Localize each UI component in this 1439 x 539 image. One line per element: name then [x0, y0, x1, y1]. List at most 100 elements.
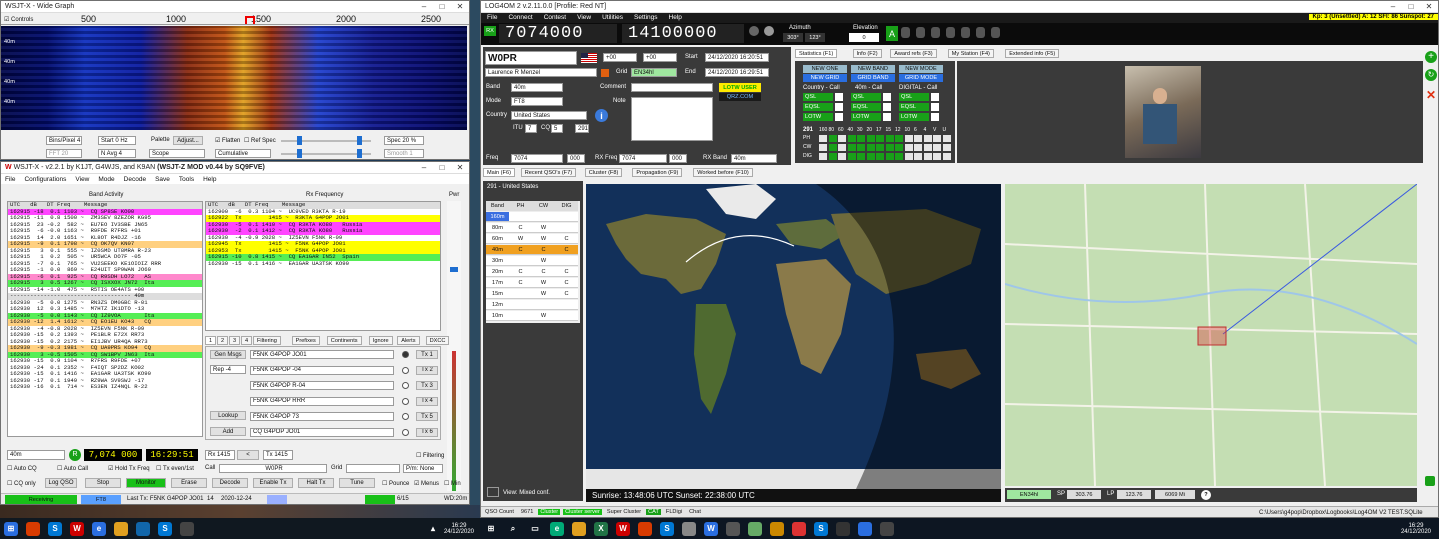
- keyboard-icon[interactable]: [946, 27, 955, 38]
- cq-input[interactable]: 5: [551, 124, 563, 133]
- tx-message-input[interactable]: F5NK G4POP RRR: [250, 396, 394, 406]
- help-icon[interactable]: ?: [1201, 490, 1211, 500]
- maximize-icon[interactable]: □: [433, 1, 451, 13]
- tx-message-input[interactable]: F5NK G4POP JO01: [250, 350, 394, 359]
- statistics-tab[interactable]: Statistics (F1): [795, 49, 838, 58]
- spec-field[interactable]: Spec 20 %: [384, 136, 424, 145]
- tx-button[interactable]: Tx 4: [416, 396, 438, 406]
- freq-khz[interactable]: 000: [567, 154, 585, 163]
- rep-select[interactable]: Rep -4: [210, 365, 246, 374]
- slider-thumb[interactable]: [357, 149, 362, 158]
- add-button[interactable]: Add: [210, 427, 246, 436]
- rx-freq-field[interactable]: Rx 1415: [205, 450, 235, 460]
- rotator-icon[interactable]: A: [886, 26, 898, 41]
- app-icon[interactable]: [858, 521, 872, 536]
- menu-help[interactable]: Help: [203, 176, 216, 183]
- rx-freq-input[interactable]: 7074: [619, 154, 667, 163]
- rx-frequency-display[interactable]: 14100000: [622, 24, 744, 43]
- rx-band-select[interactable]: 40m: [731, 154, 777, 163]
- antenna-icon[interactable]: [764, 26, 774, 36]
- controls-checkbox[interactable]: ☑ Controls: [4, 16, 33, 23]
- wsjtx-tab[interactable]: 1: [205, 336, 217, 345]
- app-icon[interactable]: [770, 521, 784, 536]
- local-map[interactable]: [1005, 184, 1417, 486]
- minimize-icon[interactable]: –: [415, 1, 433, 13]
- cloud-icon[interactable]: [976, 27, 985, 38]
- lower-tab[interactable]: Cluster (F8): [584, 168, 623, 177]
- band-activity-row[interactable]: 162930 -16 0.1 714 ~ ES3EN IZ4NQL R-22: [8, 384, 202, 391]
- tx-button[interactable]: Tx 1: [416, 350, 438, 359]
- slider-thumb[interactable]: [297, 149, 302, 158]
- app-icon[interactable]: [26, 521, 40, 536]
- dx-call-input[interactable]: W0PR: [219, 464, 327, 473]
- note-textarea[interactable]: [631, 97, 713, 141]
- rx-freq-khz[interactable]: 000: [669, 154, 687, 163]
- tx-button[interactable]: Tx 3: [416, 381, 438, 390]
- end-time[interactable]: 24/12/2020 16:29:51: [705, 68, 769, 77]
- minimize-icon[interactable]: –: [1384, 1, 1402, 13]
- log-menu-item[interactable]: Contest: [544, 14, 566, 21]
- app-icon[interactable]: [880, 521, 894, 536]
- tx-message-input[interactable]: F5NK G4POP R-04: [250, 381, 394, 390]
- enable-tx-button[interactable]: Enable Tx: [253, 478, 293, 488]
- ref-spec-checkbox[interactable]: ☐ Ref Spec: [244, 137, 276, 144]
- tx-message-input[interactable]: CQ G4POP JO01: [250, 427, 394, 437]
- clock-right[interactable]: 16:29 24/12/2020: [1401, 523, 1431, 535]
- tx-radio[interactable]: [402, 382, 409, 389]
- erase-button[interactable]: Erase: [171, 478, 207, 488]
- rx-frequency-list[interactable]: UTC dB DT Freq Message 162900 -6 0.3 110…: [205, 201, 441, 331]
- power-slider-track[interactable]: [447, 201, 461, 491]
- rst-sent[interactable]: +00: [603, 53, 637, 62]
- app-icon[interactable]: [836, 521, 850, 536]
- windows-start-icon[interactable]: ⊞: [4, 521, 18, 536]
- waterfall[interactable]: 40m 40m 40m 40m: [1, 26, 467, 130]
- slider-thumb[interactable]: [357, 136, 362, 145]
- tx-frequency-display[interactable]: 7074000: [499, 24, 617, 43]
- app-icon[interactable]: [180, 521, 194, 536]
- wide-graph-titlebar[interactable]: WSJT-X - Wide Graph – □ ✕: [1, 1, 469, 13]
- power-slider-thumb[interactable]: [450, 267, 458, 272]
- tx-even-checkbox[interactable]: ☐ Tx even/1st: [156, 465, 194, 472]
- cq-only-checkbox[interactable]: ☐ CQ only: [7, 480, 36, 487]
- tx-button[interactable]: Tx 2: [416, 365, 438, 375]
- gain-slider[interactable]: [281, 136, 371, 145]
- navg-field[interactable]: N Avg 4: [98, 149, 136, 158]
- menu-configurations[interactable]: Configurations: [24, 176, 66, 183]
- statistics-tab[interactable]: Info (F2): [852, 49, 882, 58]
- tx-radio[interactable]: [402, 351, 409, 358]
- start-time[interactable]: 24/12/2020 16:20:51: [705, 53, 769, 62]
- rst-received[interactable]: +00: [643, 53, 677, 62]
- skype-icon[interactable]: S: [48, 521, 62, 536]
- zero-slider[interactable]: [281, 149, 371, 158]
- wsjtx-tab[interactable]: Alerts: [397, 336, 420, 345]
- decode-button[interactable]: Decode: [212, 478, 248, 488]
- log-menu-item[interactable]: Settings: [634, 14, 658, 21]
- wsjtx-tab[interactable]: DXCC: [425, 336, 450, 345]
- minimize-icon[interactable]: –: [415, 162, 433, 174]
- clear-icon[interactable]: ✕: [1425, 89, 1437, 101]
- menu-save[interactable]: Save: [155, 176, 170, 183]
- flatten-checkbox[interactable]: ☑ Flatten: [215, 137, 240, 144]
- wsjtx-titlebar[interactable]: W WSJT-X - v2.2.1 by K1JT, G4WJS, and K9…: [1, 162, 469, 174]
- band-select[interactable]: 40m: [511, 83, 563, 92]
- auto-cq-checkbox[interactable]: ☐ Auto CQ: [7, 465, 37, 472]
- close-icon[interactable]: ✕: [451, 162, 469, 174]
- windows-start-icon[interactable]: ⊞: [484, 522, 498, 536]
- map-zoom-icon[interactable]: [1425, 476, 1435, 486]
- grid-input[interactable]: EN34hl: [631, 68, 677, 77]
- pm-select[interactable]: P/m: None: [403, 464, 443, 473]
- log-qso-button[interactable]: Log QSO: [45, 478, 77, 488]
- gear-icon[interactable]: [749, 26, 759, 36]
- close-icon[interactable]: ✕: [1420, 1, 1438, 13]
- tune-button[interactable]: Tune: [339, 478, 375, 488]
- app-icon[interactable]: S: [158, 521, 172, 536]
- menu-tools[interactable]: Tools: [179, 176, 194, 183]
- tx-marker[interactable]: [245, 16, 255, 24]
- gen-msgs-button[interactable]: Gen Msgs: [210, 350, 246, 359]
- callsign-input[interactable]: W0PR: [485, 51, 577, 65]
- word-icon[interactable]: W: [704, 521, 718, 536]
- app-icon[interactable]: [748, 521, 762, 536]
- cumulative-select[interactable]: Cumulative: [215, 149, 271, 158]
- lower-tab[interactable]: Recent QSO's (F7): [520, 168, 577, 177]
- log-menu-item[interactable]: Utilities: [602, 14, 623, 21]
